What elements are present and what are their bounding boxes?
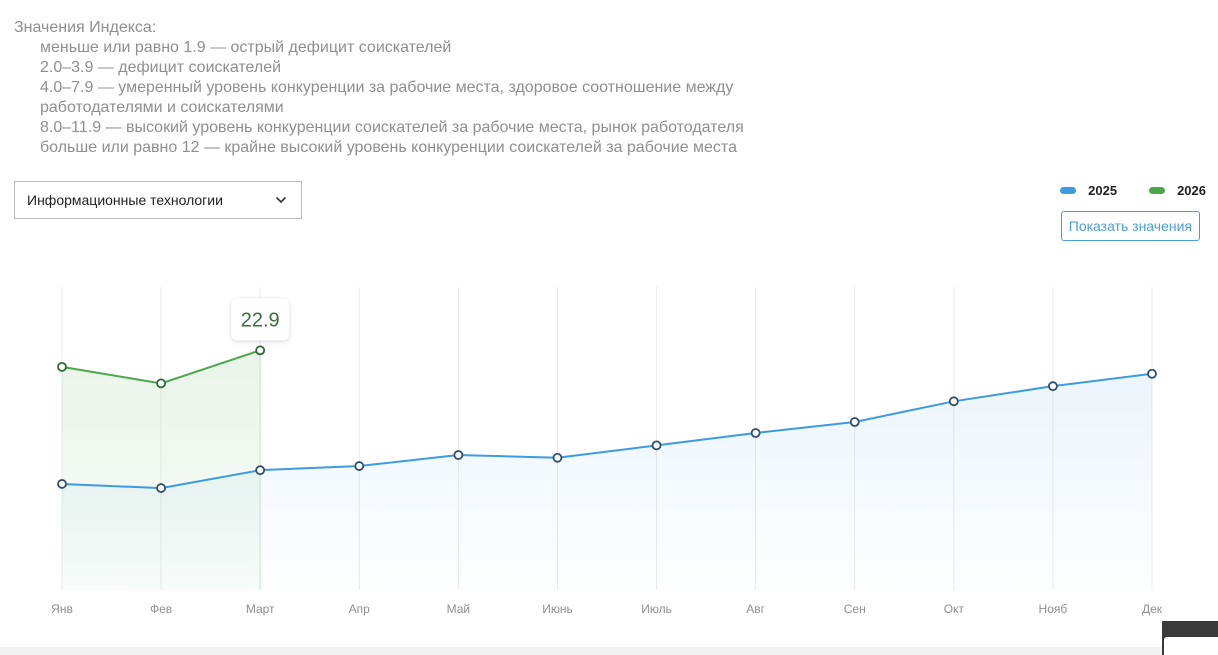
data-point (255, 465, 266, 476)
data-point (948, 396, 959, 407)
x-tick-label: Июнь (542, 602, 573, 616)
data-point (57, 479, 67, 489)
data-point (156, 378, 166, 389)
tooltip-value: 22.9 (241, 309, 280, 331)
x-tick-label: Сен (844, 602, 866, 616)
data-point (1048, 381, 1058, 392)
chart-tooltip: 22.9 (231, 298, 290, 341)
line-chart: Янв Фев Март Апр Май Июнь Июль Авг Сен Окт Нояб Дек… (51, 287, 1163, 616)
x-tick-label: Июль (641, 602, 672, 616)
data-point (354, 461, 365, 471)
x-tick-label: Янв (51, 602, 73, 616)
data-point (849, 417, 860, 427)
corner-widget[interactable] (1162, 621, 1218, 655)
data-point (651, 440, 662, 451)
x-tick-label: Окт (944, 602, 965, 616)
x-tick-label: Май (447, 602, 471, 616)
x-tick-label: Фев (150, 602, 172, 616)
x-tick-label: Нояб (1039, 602, 1068, 616)
x-tick-label: Дек (1142, 602, 1163, 616)
data-point (750, 428, 761, 438)
data-point (453, 450, 464, 460)
x-tick-label: Авг (746, 602, 765, 616)
chart-areas (62, 350, 1152, 590)
x-tick-label: Апр (349, 602, 371, 616)
data-point (255, 345, 266, 356)
page-footer-strip (0, 647, 1218, 655)
data-point (156, 483, 166, 493)
x-tick-label: Март (246, 602, 275, 616)
data-point (552, 452, 563, 463)
data-point (1147, 368, 1157, 379)
data-point (57, 361, 67, 372)
x-axis-ticks: Янв Фев Март Апр Май Июнь Июль Авг Сен Окт Нояб Дек (51, 602, 1163, 616)
